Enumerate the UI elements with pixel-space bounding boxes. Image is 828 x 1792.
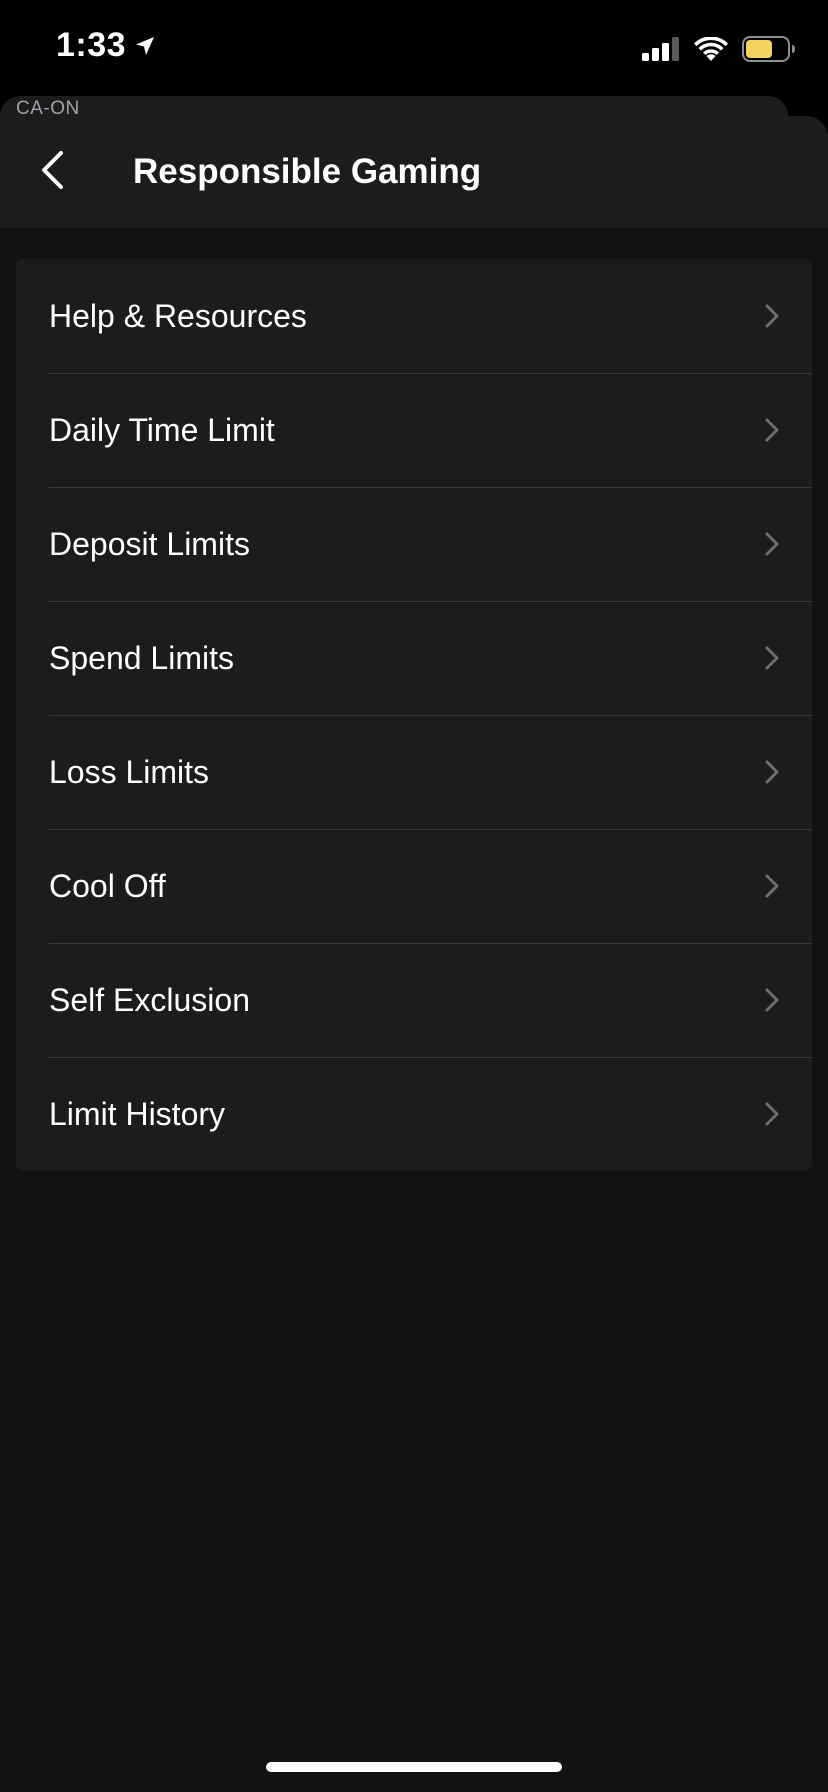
chevron-right-icon [765, 532, 779, 556]
chevron-right-icon [765, 988, 779, 1012]
menu-item-label: Loss Limits [49, 753, 210, 790]
chevron-right-icon [765, 760, 779, 784]
menu-item-help-resources[interactable]: Help & Resources [16, 259, 812, 373]
menu-item-spend-limits[interactable]: Spend Limits [16, 601, 812, 715]
chevron-right-icon [765, 874, 779, 898]
cellular-signal-icon [642, 37, 679, 61]
responsible-gaming-sheet: Responsible Gaming Help & Resources Dail… [0, 116, 828, 1792]
menu-item-label: Limit History [49, 1095, 226, 1132]
location-arrow-icon [136, 36, 155, 55]
menu-item-self-exclusion[interactable]: Self Exclusion [16, 943, 812, 1057]
menu-item-daily-time-limit[interactable]: Daily Time Limit [16, 373, 812, 487]
chevron-right-icon [765, 1102, 779, 1126]
chevron-right-icon [765, 418, 779, 442]
chevron-left-icon [42, 151, 63, 189]
menu-item-label: Self Exclusion [49, 981, 250, 1018]
status-time: 1:33 [56, 26, 127, 64]
menu-item-label: Cool Off [49, 867, 166, 904]
menu-item-deposit-limits[interactable]: Deposit Limits [16, 487, 812, 601]
nav-header: Responsible Gaming [0, 116, 828, 228]
wifi-icon [694, 37, 728, 61]
home-indicator [266, 1762, 562, 1772]
chevron-right-icon [765, 304, 779, 328]
menu-item-label: Deposit Limits [49, 525, 250, 562]
menu-item-limit-history[interactable]: Limit History [16, 1057, 812, 1171]
menu-card: Help & Resources Daily Time Limit Deposi… [16, 259, 812, 1171]
status-time-group: 1:33 [56, 26, 156, 65]
battery-icon [742, 36, 795, 62]
menu-item-loss-limits[interactable]: Loss Limits [16, 715, 812, 829]
screen: 1:33 CA-ON Responsible Gaming Help & Res… [0, 0, 828, 1792]
back-button[interactable] [22, 140, 82, 200]
chevron-right-icon [765, 646, 779, 670]
status-icons [642, 36, 796, 62]
status-bar: 1:33 [0, 0, 828, 96]
page-title: Responsible Gaming [133, 152, 482, 191]
menu-item-label: Spend Limits [49, 639, 234, 676]
menu-item-label: Daily Time Limit [49, 411, 275, 448]
menu-item-label: Help & Resources [49, 297, 307, 334]
menu-item-cool-off[interactable]: Cool Off [16, 829, 812, 943]
